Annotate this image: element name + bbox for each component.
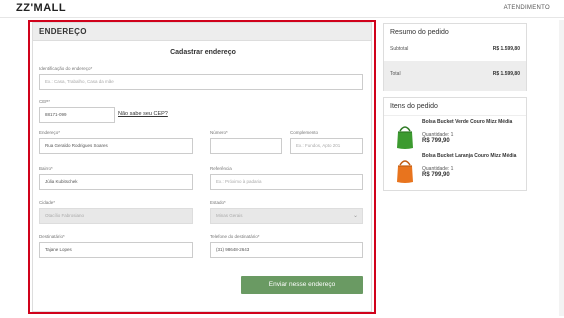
subtotal-row: Subtotal R$ 1.599,80 bbox=[390, 46, 520, 52]
brand-logo[interactable]: ZZ'MALL bbox=[16, 2, 66, 14]
orange-bag-icon bbox=[392, 156, 418, 184]
item-price: R$ 799,90 bbox=[422, 138, 450, 144]
list-item[interactable]: Bolsa Bucket Laranja Couro Mizz Média Qu… bbox=[390, 153, 522, 186]
page-scrollbar[interactable] bbox=[559, 20, 564, 316]
item-name[interactable]: Bolsa Bucket Verde Couro Mizz Média bbox=[422, 119, 522, 126]
total-value: R$ 1.599,80 bbox=[492, 71, 520, 77]
total-label: Total bbox=[390, 71, 401, 77]
highlight-frame bbox=[28, 20, 376, 314]
total-row: Total R$ 1.599,80 bbox=[390, 71, 520, 77]
summary-title: Resumo do pedido bbox=[390, 29, 449, 36]
green-bag-icon bbox=[392, 122, 418, 150]
item-name[interactable]: Bolsa Bucket Laranja Couro Mizz Média bbox=[422, 153, 522, 160]
top-bar: ZZ'MALL ATENDIMENTO bbox=[0, 0, 564, 18]
list-item[interactable]: Bolsa Bucket Verde Couro Mizz Média Quan… bbox=[390, 119, 522, 152]
help-link[interactable]: ATENDIMENTO bbox=[504, 5, 550, 11]
subtotal-value: R$ 1.599,80 bbox=[492, 46, 520, 52]
subtotal-label: Subtotal bbox=[390, 46, 409, 52]
items-title: Itens do pedido bbox=[384, 98, 526, 116]
order-items: Itens do pedido Bolsa Bucket Verde Couro… bbox=[383, 97, 527, 191]
item-price: R$ 799,90 bbox=[422, 172, 450, 178]
order-summary: Resumo do pedido Subtotal R$ 1.599,80 To… bbox=[383, 23, 527, 91]
